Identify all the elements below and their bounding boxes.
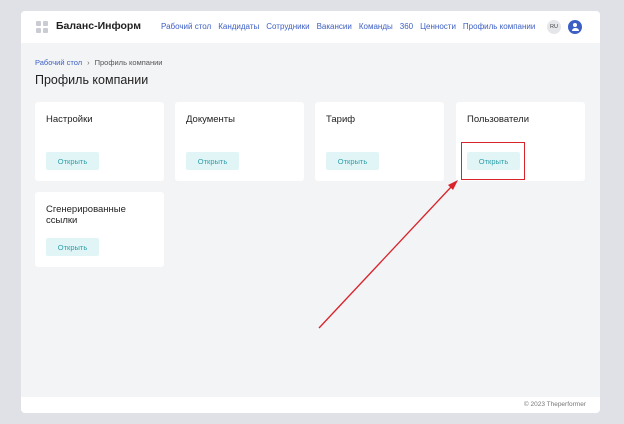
annotation-arrow-icon [318,180,458,329]
